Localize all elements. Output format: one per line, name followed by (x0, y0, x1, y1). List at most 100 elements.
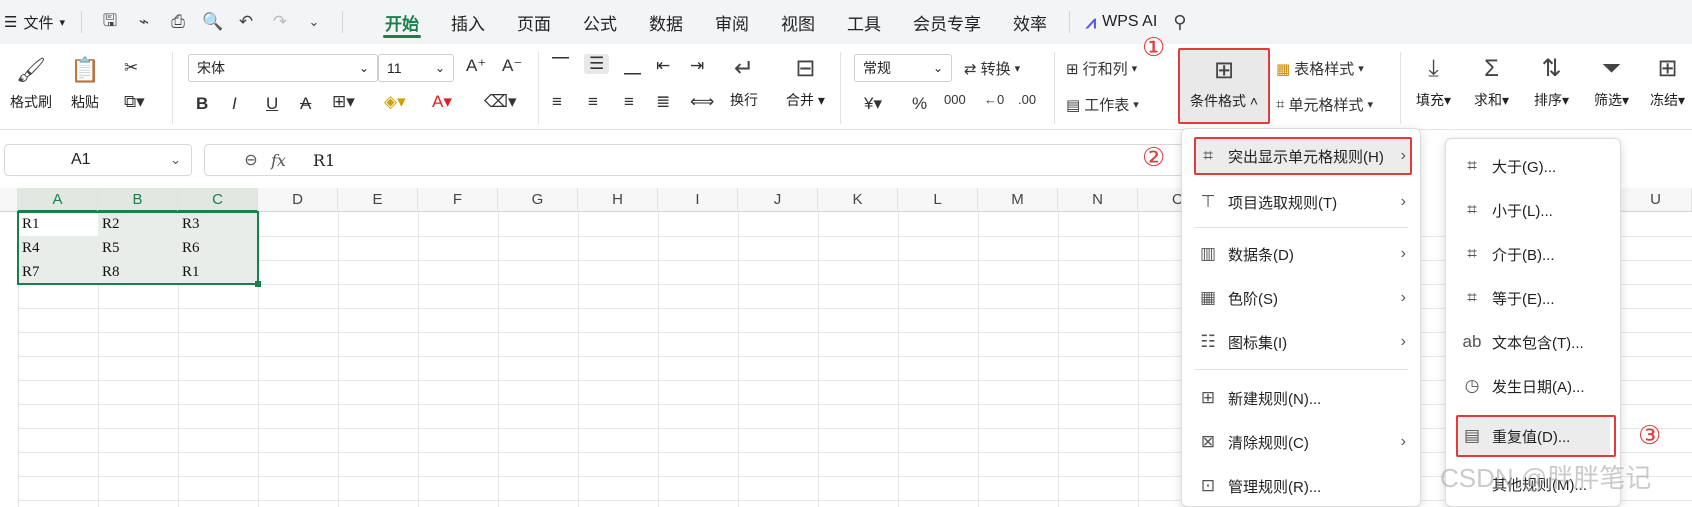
menu-item-color-scales[interactable]: ▦ 色阶(S) › (1194, 279, 1410, 317)
tab-data[interactable]: 数据 (633, 0, 699, 44)
menu-item-icon-sets[interactable]: ☷ 图标集(I) › (1194, 323, 1410, 361)
eraser-icon[interactable]: ⌫▾ (484, 92, 517, 112)
column-header-h[interactable]: H (578, 188, 658, 212)
undo-icon[interactable]: ↶ (236, 12, 256, 32)
cell-c1[interactable]: R3 (178, 212, 200, 236)
cell-a2[interactable]: R4 (18, 236, 40, 260)
zoom-icon[interactable]: ⊖ (231, 150, 271, 170)
tab-home[interactable]: 开始 (369, 0, 435, 44)
format-painter-button[interactable]: 🖌 格式刷 (10, 56, 52, 112)
percent-icon[interactable]: % (912, 94, 927, 114)
cell-b2[interactable]: R5 (98, 236, 120, 260)
menu-item-clear-rules[interactable]: ⊠ 清除规则(C) › (1194, 423, 1410, 461)
column-header-n[interactable]: N (1058, 188, 1138, 212)
menu-item-manage-rules[interactable]: ⊡ 管理规则(R)... (1194, 467, 1410, 505)
column-header-k[interactable]: K (818, 188, 898, 212)
font-size-select[interactable]: 11 ⌄ (378, 54, 454, 82)
cell-style-button[interactable]: ⌗ 单元格样式 ▾ (1276, 94, 1373, 115)
indent-decrease-icon[interactable]: ⇤ (656, 56, 670, 76)
cell-a1[interactable]: R1 (18, 212, 40, 236)
menu-item-top-bottom-rules[interactable]: ⊤ 项目选取规则(T) › (1194, 183, 1410, 221)
currency-icon[interactable]: ¥▾ (864, 94, 882, 114)
bold-icon[interactable]: B (196, 94, 208, 114)
column-header-a[interactable]: A (18, 188, 98, 212)
print-preview-icon[interactable]: 🔍 (202, 12, 223, 32)
column-header-j[interactable]: J (738, 188, 818, 212)
tab-formula[interactable]: 公式 (567, 0, 633, 44)
cell-a3[interactable]: R7 (18, 260, 40, 284)
conditional-format-button[interactable]: ⊞ 条件格式 ˄ (1178, 48, 1270, 124)
submenu-item-greater-than[interactable]: ⌗ 大于(G)... (1458, 147, 1610, 185)
align-bottom-icon[interactable]: ⎽ (624, 56, 641, 76)
paste-button[interactable]: 📋 粘贴 (70, 56, 100, 112)
column-header-o[interactable]: O (1138, 188, 1184, 212)
cell-b3[interactable]: R8 (98, 260, 120, 284)
tab-view[interactable]: 视图 (765, 0, 831, 44)
column-header-c[interactable]: C (178, 188, 258, 212)
cell-c3[interactable]: R1 (178, 260, 200, 284)
formula-input[interactable]: ⊖ fx R1 (204, 144, 1184, 176)
underline-icon[interactable]: U (266, 94, 278, 114)
worksheet-button[interactable]: ▤ 工作表 ▾ (1066, 94, 1139, 115)
cut-icon[interactable]: ✂ (124, 58, 138, 78)
menu-item-new-rule[interactable]: ⊞ 新建规则(N)... (1194, 379, 1410, 417)
align-middle-icon[interactable]: ☰ (584, 54, 610, 74)
increase-decimal-icon[interactable]: ←0 (984, 92, 1004, 107)
corner-cell[interactable] (0, 188, 18, 212)
align-top-icon[interactable]: ⎺ (552, 56, 569, 76)
border-icon[interactable]: ⊞▾ (332, 92, 355, 112)
column-header-m[interactable]: M (978, 188, 1058, 212)
tab-insert[interactable]: 插入 (435, 0, 501, 44)
column-header-l[interactable]: L (898, 188, 978, 212)
italic-icon[interactable]: I (232, 94, 237, 114)
search-icon[interactable]: ⚲ (1173, 12, 1186, 33)
submenu-item-text-contains[interactable]: ab 文本包含(T)... (1458, 323, 1610, 361)
cell-b1[interactable]: R2 (98, 212, 120, 236)
sum-button[interactable]: Σ 求和▾ (1474, 54, 1509, 110)
tab-efficiency[interactable]: 效率 (997, 0, 1063, 44)
column-header-d[interactable]: D (258, 188, 338, 212)
decrease-font-icon[interactable]: A⁻ (502, 56, 522, 76)
freeze-button[interactable]: ⊞ 冻结▾ (1650, 54, 1685, 110)
wps-ai-button[interactable]: ⩘ WPS AI (1086, 12, 1157, 33)
justify-icon[interactable]: ≣ (656, 92, 670, 112)
submenu-item-date-occurring[interactable]: ◷ 发生日期(A)... (1458, 367, 1610, 405)
redo-icon[interactable]: ↷ (270, 12, 290, 32)
save-icon[interactable]: 🖫 (100, 8, 120, 37)
spreadsheet-grid[interactable]: A B C D E F G H I J K L M N O U R1 R2 R3… (0, 188, 1692, 507)
tab-member[interactable]: 会员专享 (897, 0, 997, 44)
table-style-button[interactable]: ▦ 表格样式 ▾ (1276, 58, 1364, 79)
cell-c2[interactable]: R6 (178, 236, 200, 260)
increase-font-icon[interactable]: A⁺ (466, 56, 486, 76)
convert-button[interactable]: ⇄ 转换 ▾ (964, 58, 1020, 79)
file-menu[interactable]: ☰ 文件 ▾ (0, 12, 75, 33)
font-name-select[interactable]: 宋体 ⌄ (188, 54, 378, 82)
more-chevron-icon[interactable]: ⌄ (304, 14, 324, 30)
print-icon[interactable]: ⎙ (168, 12, 188, 32)
number-format-select[interactable]: 常规 ⌄ (854, 54, 952, 82)
wrap-button[interactable]: ↵ 换行 (730, 54, 758, 110)
decrease-decimal-icon[interactable]: .00 (1018, 92, 1036, 107)
distributed-icon[interactable]: ⟺ (690, 92, 714, 112)
strikethrough-icon[interactable]: A (300, 94, 311, 114)
align-center-icon[interactable]: ≡ (588, 92, 598, 112)
name-box[interactable]: A1 ⌄ (4, 144, 192, 176)
tab-tools[interactable]: 工具 (831, 0, 897, 44)
column-header-g[interactable]: G (498, 188, 578, 212)
submenu-item-between[interactable]: ⌗ 介于(B)... (1458, 235, 1610, 273)
menu-item-data-bars[interactable]: ▥ 数据条(D) › (1194, 235, 1410, 273)
column-header-u[interactable]: U (1620, 188, 1692, 212)
merge-button[interactable]: ⊟ 合并 ▾ (786, 54, 825, 110)
fill-button[interactable]: ⤓ 填充▾ (1416, 54, 1451, 110)
tab-review[interactable]: 审阅 (699, 0, 765, 44)
column-header-i[interactable]: I (658, 188, 738, 212)
align-left-icon[interactable]: ≡ (552, 92, 562, 112)
sort-button[interactable]: ⇅ 排序▾ (1534, 54, 1569, 110)
indent-increase-icon[interactable]: ⇥ (690, 56, 704, 76)
font-color-icon[interactable]: A▾ (432, 92, 452, 112)
fx-icon[interactable]: fx (271, 151, 305, 170)
filter-button[interactable]: ⏷ 筛选▾ (1594, 54, 1629, 110)
column-header-f[interactable]: F (418, 188, 498, 212)
submenu-item-less-than[interactable]: ⌗ 小于(L)... (1458, 191, 1610, 229)
column-header-b[interactable]: B (98, 188, 178, 212)
